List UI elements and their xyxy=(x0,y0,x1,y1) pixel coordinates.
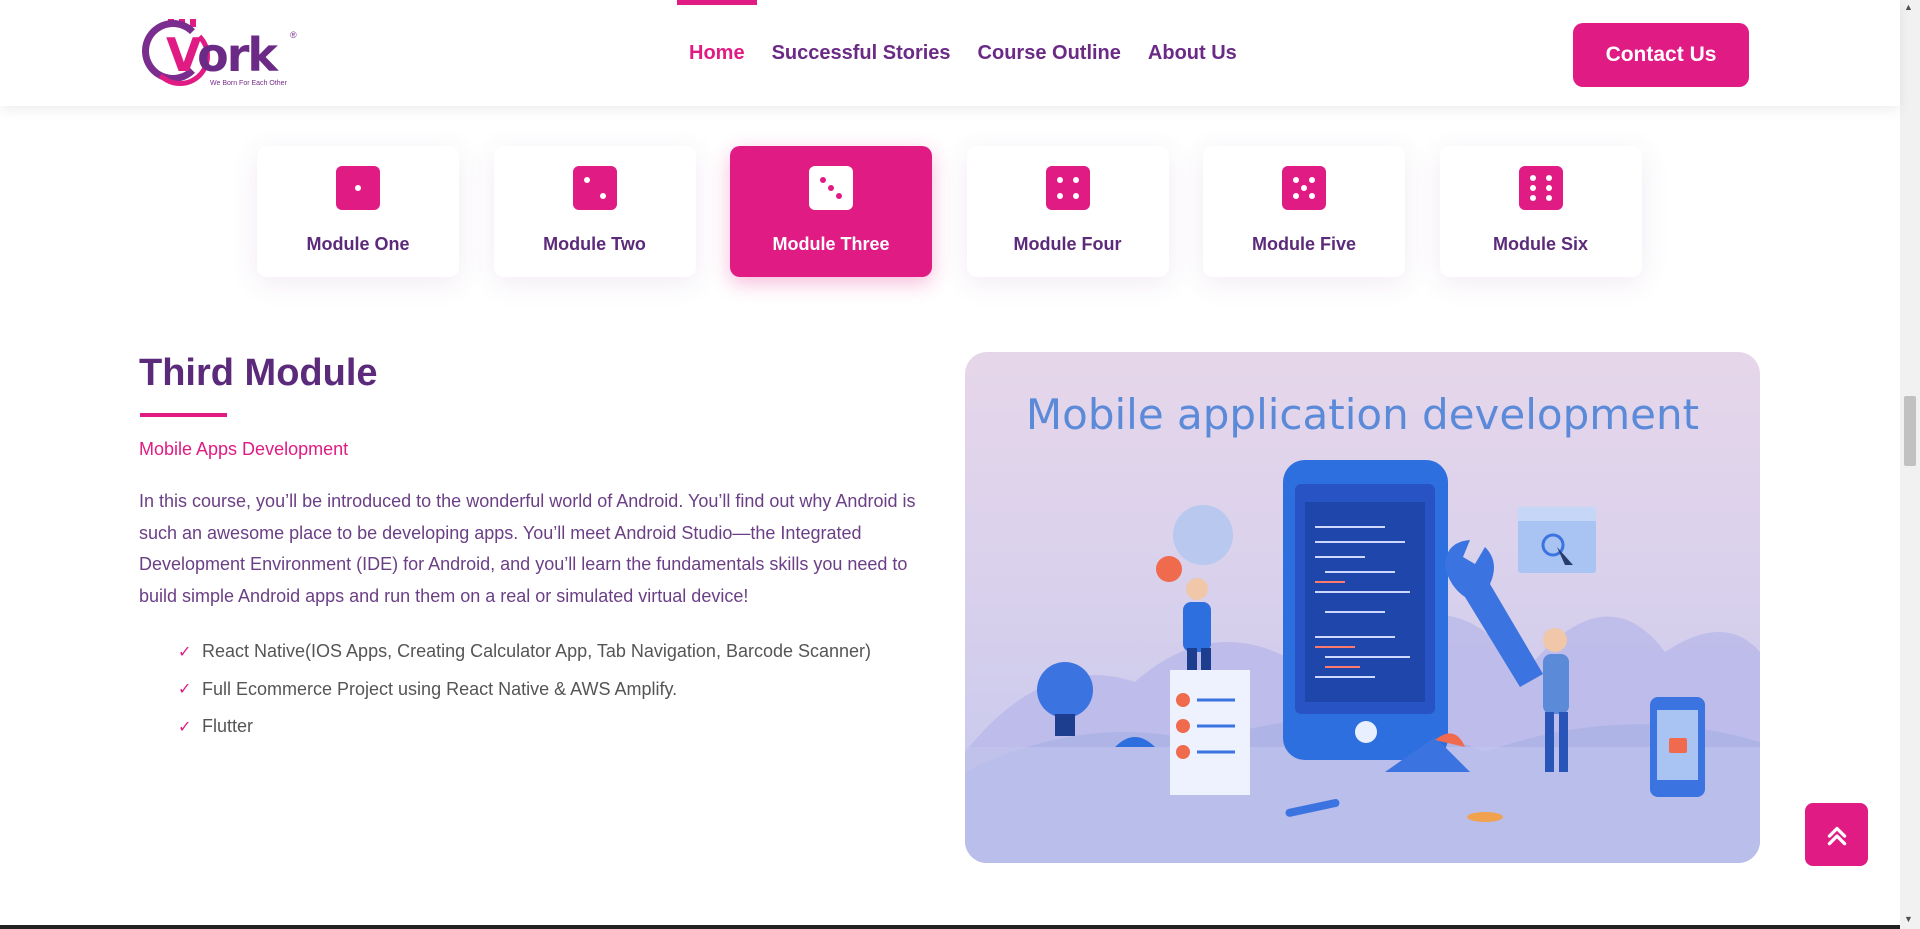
dice-4-icon xyxy=(1045,166,1090,210)
topic-list: ✓ React Native(IOS Apps, Creating Calcula… xyxy=(178,633,871,746)
module-description: In this course, you’ll be introduced to … xyxy=(139,491,916,606)
tab-module-2[interactable]: Module Two xyxy=(493,146,696,277)
page-scrollbar[interactable]: ▲ ▼ xyxy=(1900,0,1920,929)
tab-label: Module Three xyxy=(772,234,890,254)
mobile-dev-illustration: Mobile application development xyxy=(965,352,1760,863)
window-bottom-edge xyxy=(0,925,1900,929)
tab-label: Module Six xyxy=(1492,234,1588,254)
nav-successful-stories[interactable]: Successful Stories xyxy=(772,0,951,106)
nav-about-us[interactable]: About Us xyxy=(1148,0,1237,106)
tab-module-6[interactable]: Module Six xyxy=(1439,146,1642,277)
double-chevron-up-icon xyxy=(1827,826,1846,845)
list-item: ✓ Flutter xyxy=(178,716,254,737)
dice-1-icon xyxy=(336,166,380,210)
site-header: Vork ® We Born For Each Other Home Succe… xyxy=(0,0,1900,106)
tab-module-1[interactable]: Module One xyxy=(257,146,459,277)
nav-home[interactable]: Home xyxy=(677,0,757,106)
logo-registered-mark: ® xyxy=(290,30,297,40)
tab-label: Module Four xyxy=(1013,234,1122,254)
tab-module-5[interactable]: Module Five xyxy=(1203,146,1405,277)
module-subtitle: Mobile Apps Development xyxy=(139,439,349,459)
scrollbar-thumb[interactable] xyxy=(1904,396,1916,466)
dice-3-icon xyxy=(809,166,853,210)
dice-2-icon xyxy=(572,166,617,210)
dice-6-icon xyxy=(1518,166,1563,210)
vork-logo[interactable]: Vork ® We Born For Each Other xyxy=(142,14,302,94)
check-icon: ✓ xyxy=(178,718,192,736)
tab-module-3[interactable]: Module Three xyxy=(730,146,932,277)
list-item: ✓ Full Ecommerce Project using React Nati… xyxy=(178,678,678,699)
module-title: Third Module xyxy=(139,352,378,394)
dice-5-icon xyxy=(1282,166,1326,210)
nav-course-outline[interactable]: Course Outline xyxy=(978,0,1121,106)
illustration-art xyxy=(965,460,1760,863)
tab-module-4[interactable]: Module Four xyxy=(966,146,1169,277)
tab-label: Module Five xyxy=(1251,234,1356,254)
check-icon: ✓ xyxy=(178,643,192,661)
logo-wordmark: Vork xyxy=(166,28,278,82)
scroll-down-arrow-icon[interactable]: ▼ xyxy=(1904,914,1913,924)
check-icon: ✓ xyxy=(178,681,192,699)
logo-tagline: We Born For Each Other xyxy=(210,80,287,87)
tab-label: Module Two xyxy=(543,234,646,254)
scroll-up-arrow-icon[interactable]: ▲ xyxy=(1904,2,1913,12)
list-item: ✓ React Native(IOS Apps, Creating Calcula… xyxy=(178,641,872,662)
title-underline xyxy=(140,413,227,417)
main-nav: Home Successful Stories Course Outline A… xyxy=(677,0,1264,106)
scroll-to-top-button[interactable] xyxy=(1805,803,1868,866)
contact-us-button[interactable]: Contact Us xyxy=(1573,23,1749,87)
tab-label: Module One xyxy=(306,234,410,254)
